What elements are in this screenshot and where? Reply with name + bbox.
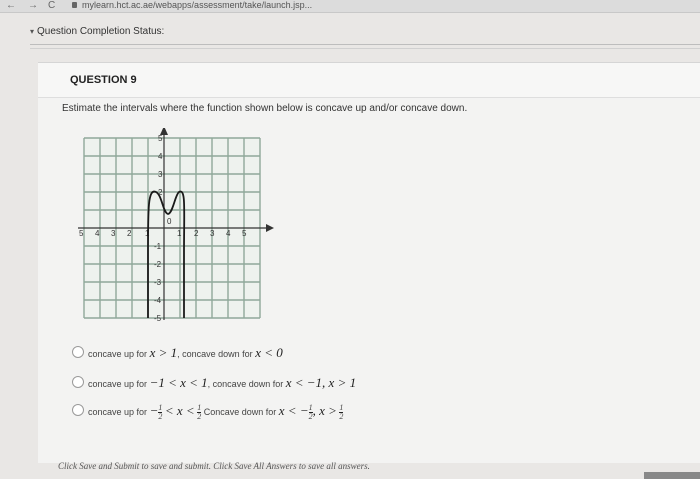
option-label: concave up for x > 1, concave down for x… bbox=[88, 345, 283, 360]
x-tick-label: 4 bbox=[226, 229, 231, 238]
forward-arrow-icon[interactable]: → bbox=[28, 0, 38, 12]
x-tick-label: 2 bbox=[194, 229, 199, 238]
function-graph: 5 4 3 2 1 0 1 2 3 4 5 5 4 3 2 -1 -2 -3 -… bbox=[78, 128, 274, 323]
save-and-submit-button[interactable] bbox=[644, 472, 700, 479]
y-tick-label: 3 bbox=[158, 170, 163, 179]
radio-button[interactable] bbox=[72, 404, 84, 416]
option-label: concave up for −1 2 < x < 12 Concave down… bbox=[88, 403, 344, 422]
fraction: 12 bbox=[158, 403, 163, 422]
divider bbox=[30, 48, 700, 49]
address-bar[interactable]: mylearn.hct.ac.ae/webapps/assessment/tak… bbox=[82, 0, 342, 11]
x-tick-label: 1 bbox=[177, 229, 182, 238]
y-tick-label: -5 bbox=[154, 314, 162, 323]
option-label: concave up for −1 < x < 1, concave down … bbox=[88, 375, 357, 390]
reload-icon[interactable]: C bbox=[48, 0, 55, 12]
y-tick-label: -4 bbox=[154, 296, 162, 305]
x-tick-label: 0 bbox=[167, 217, 172, 226]
question-prompt: Estimate the intervals where the functio… bbox=[62, 103, 468, 114]
y-tick-label: -3 bbox=[154, 278, 162, 287]
footer-instructions: Click Save and Submit to save and submit… bbox=[58, 461, 370, 471]
x-tick-label: 4 bbox=[95, 229, 100, 238]
completion-status-label: Question Completion Status: bbox=[37, 26, 165, 37]
fraction: 12 bbox=[339, 403, 344, 422]
back-arrow-icon[interactable]: ← bbox=[6, 0, 16, 12]
x-tick-label: 5 bbox=[79, 229, 84, 238]
question-header: QUESTION 9 bbox=[38, 63, 700, 98]
divider bbox=[30, 44, 700, 45]
radio-button[interactable] bbox=[72, 346, 84, 358]
x-tick-label: 3 bbox=[210, 229, 215, 238]
x-tick-label: 2 bbox=[127, 229, 132, 238]
browser-toolbar: ← → C mylearn.hct.ac.ae/webapps/assessme… bbox=[0, 0, 700, 13]
y-tick-label: -1 bbox=[154, 242, 162, 251]
radio-button[interactable] bbox=[72, 376, 84, 388]
x-tick-label: 3 bbox=[111, 229, 116, 238]
y-tick-label: 5 bbox=[158, 134, 163, 143]
lock-icon bbox=[72, 2, 77, 8]
y-tick-label: -2 bbox=[154, 260, 162, 269]
completion-status-row[interactable]: ▾ Question Completion Status: bbox=[30, 20, 700, 44]
x-axis-arrow-icon bbox=[266, 224, 274, 232]
question-title: QUESTION 9 bbox=[70, 74, 137, 86]
x-tick-label: 5 bbox=[242, 229, 247, 238]
y-tick-label: 4 bbox=[158, 152, 163, 161]
chevron-down-icon: ▾ bbox=[30, 27, 35, 36]
fraction: 12 bbox=[197, 403, 202, 422]
